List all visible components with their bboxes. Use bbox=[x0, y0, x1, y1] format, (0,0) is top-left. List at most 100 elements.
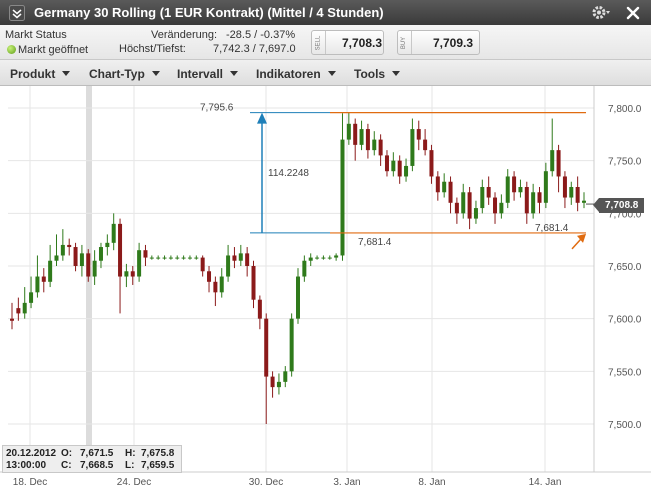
candle-body bbox=[454, 202, 459, 214]
market-open-label: Markt geöffnet bbox=[18, 44, 89, 56]
candle-body bbox=[181, 257, 186, 259]
candle-body bbox=[162, 257, 167, 259]
candle-body bbox=[207, 271, 212, 282]
menu-indikatoren[interactable]: Indikatoren bbox=[256, 67, 336, 81]
candle-body bbox=[543, 171, 548, 203]
candle-body bbox=[92, 260, 97, 277]
candle-body bbox=[429, 150, 434, 177]
ohlc-info-box: 20.12.2012 13:00:00 O: 7,671.5 C: 7,668.… bbox=[2, 445, 182, 473]
candle-body bbox=[168, 257, 173, 259]
window-titlebar: Germany 30 Rolling (1 EUR Kontrakt) (Mit… bbox=[0, 0, 651, 25]
y-tick-label: 7,500.0 bbox=[608, 420, 642, 431]
collapse-chevron-icon[interactable] bbox=[9, 5, 25, 21]
candle-body bbox=[556, 150, 561, 177]
candle-body bbox=[308, 257, 313, 261]
candle-body bbox=[283, 371, 288, 382]
buy-button[interactable]: BUY 7,709.3 bbox=[397, 30, 480, 55]
candle-body bbox=[423, 139, 428, 151]
crosshair-band bbox=[86, 86, 92, 472]
close-icon[interactable] bbox=[624, 4, 642, 22]
menu-produkt[interactable]: Produkt bbox=[10, 67, 71, 81]
candle-body bbox=[340, 139, 345, 256]
candle-body bbox=[60, 244, 65, 256]
candle-body bbox=[200, 257, 205, 272]
info-date: 20.12.2012 bbox=[6, 448, 57, 459]
candlestick-chart[interactable]: 7,800.07,750.07,700.07,650.07,600.07,550… bbox=[0, 86, 651, 493]
menu-produkt-label: Produkt bbox=[10, 67, 56, 81]
candle-body bbox=[505, 176, 510, 203]
high-low-value: 7,742.3 / 7,697.0 bbox=[213, 43, 296, 55]
candle-body bbox=[86, 253, 91, 277]
current-price-tag: 7,708.8 bbox=[593, 198, 644, 213]
candle-body bbox=[384, 155, 389, 172]
candle-body bbox=[442, 181, 447, 193]
x-tick-label: 14. Jan bbox=[529, 477, 562, 488]
info-low-label: L: bbox=[125, 460, 135, 471]
candle-body bbox=[473, 208, 478, 219]
candle-body bbox=[118, 223, 123, 277]
chevron-down-icon bbox=[62, 71, 71, 76]
support-label: 7,681.4 bbox=[358, 237, 392, 248]
candle-body bbox=[251, 266, 256, 300]
info-open: 7,671.5 bbox=[80, 448, 114, 459]
candle-body bbox=[372, 139, 377, 151]
change-value: -28.5 / -0.37% bbox=[226, 29, 296, 41]
menu-tools[interactable]: Tools bbox=[354, 67, 401, 81]
candle-body bbox=[226, 255, 231, 277]
candle-body bbox=[67, 244, 72, 248]
candle-body bbox=[334, 255, 339, 258]
chart-area[interactable]: 7,800.0 7,750.0 7,700.0 7,650.0 7,600.0 7,550… bbox=[0, 86, 651, 493]
menu-intervall[interactable]: Intervall bbox=[177, 67, 239, 81]
chevron-down-icon bbox=[151, 71, 160, 76]
market-status-bar: Markt Status Markt geöffnet Veränderung:… bbox=[0, 25, 651, 60]
candle-body bbox=[16, 308, 21, 314]
market-open-indicator-icon bbox=[7, 45, 16, 54]
candle-body bbox=[416, 129, 421, 140]
chevron-down-icon bbox=[392, 71, 401, 76]
candle-body bbox=[270, 376, 275, 388]
candle-body bbox=[302, 260, 307, 277]
menu-chart-typ[interactable]: Chart-Typ bbox=[89, 67, 160, 81]
candle-body bbox=[359, 129, 364, 145]
sell-label: SELL bbox=[315, 35, 322, 50]
candle-body bbox=[378, 139, 383, 156]
high-low-label: Höchst/Tiefst: bbox=[119, 43, 186, 55]
menu-tools-label: Tools bbox=[354, 67, 386, 81]
candle-body bbox=[461, 192, 466, 214]
candle-body bbox=[531, 192, 536, 214]
candle-body bbox=[582, 200, 586, 203]
chart-background bbox=[0, 86, 651, 493]
candle-body bbox=[365, 129, 370, 151]
candle-body bbox=[518, 187, 523, 193]
info-high-label: H: bbox=[125, 448, 136, 459]
candle-body bbox=[353, 123, 358, 145]
change-label: Veränderung: bbox=[151, 29, 218, 41]
info-low: 7,659.5 bbox=[141, 460, 175, 471]
menu-intervall-label: Intervall bbox=[177, 67, 224, 81]
info-open-label: O: bbox=[61, 448, 73, 459]
candle-body bbox=[22, 302, 27, 314]
candle-body bbox=[10, 318, 14, 321]
candle-body bbox=[111, 223, 116, 243]
candle-body bbox=[391, 160, 396, 172]
candle-body bbox=[397, 160, 402, 177]
x-tick-label: 8. Jan bbox=[418, 477, 445, 488]
info-close-label: C: bbox=[61, 460, 72, 471]
menu-indikatoren-label: Indikatoren bbox=[256, 67, 321, 81]
candle-body bbox=[467, 192, 472, 219]
y-tick-label: 7,800.0 bbox=[608, 104, 642, 115]
sell-button[interactable]: SELL 7,708.3 bbox=[311, 30, 384, 55]
menu-chart-typ-label: Chart-Typ bbox=[89, 67, 145, 81]
candle-body bbox=[404, 165, 409, 177]
candle-body bbox=[105, 242, 110, 248]
x-tick-label: 3. Jan bbox=[333, 477, 360, 488]
candle-body bbox=[315, 257, 320, 259]
gear-icon[interactable] bbox=[591, 3, 611, 22]
candle-body bbox=[486, 187, 491, 198]
info-high: 7,675.8 bbox=[141, 448, 175, 459]
y-tick-label: 7,650.0 bbox=[608, 262, 642, 273]
candle-body bbox=[264, 318, 269, 377]
sell-price: 7,708.3 bbox=[342, 36, 383, 50]
candle-body bbox=[238, 253, 243, 261]
candle-body bbox=[480, 187, 485, 209]
